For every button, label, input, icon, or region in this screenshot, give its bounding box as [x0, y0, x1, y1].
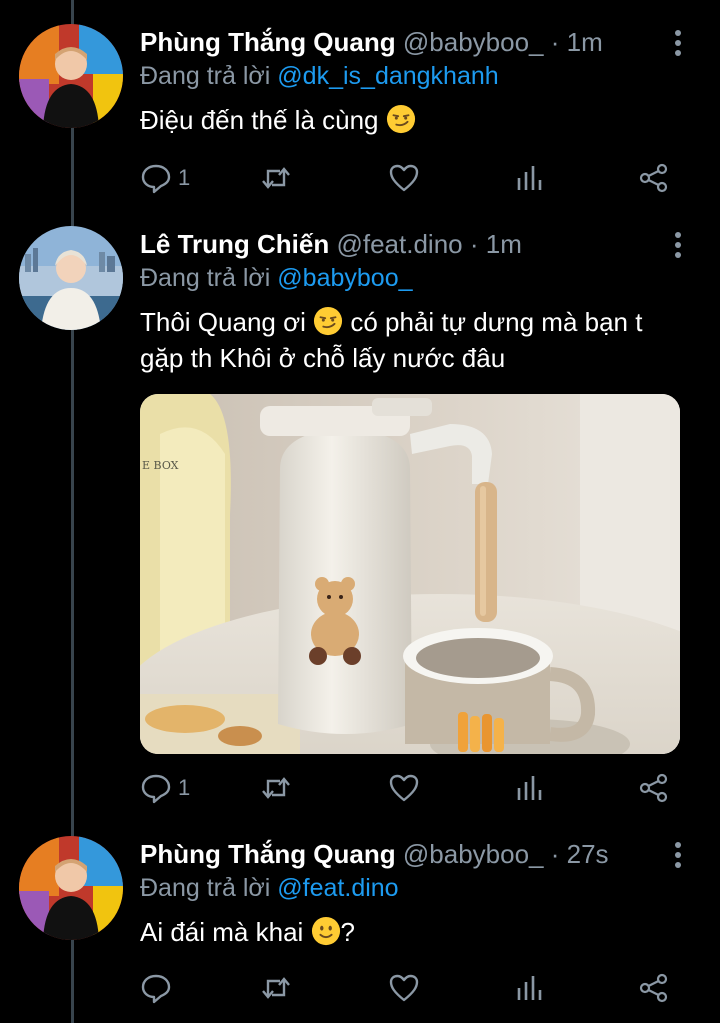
- slightly-smiling-face-emoji-icon: [311, 916, 340, 946]
- time-separator: ·: [550, 27, 560, 57]
- photo-thermos-bear-mug: E BOX: [140, 394, 680, 754]
- author-handle[interactable]: @feat.dino: [336, 229, 462, 259]
- reply-count: 1: [178, 165, 191, 190]
- heart-icon: [389, 164, 419, 192]
- retweet-arrows-icon: [262, 167, 290, 189]
- tweet-time[interactable]: 1m: [567, 27, 603, 57]
- smirking-face-emoji-icon: [386, 104, 415, 134]
- bar-chart-icon: [517, 976, 542, 1000]
- time-separator: ·: [469, 229, 479, 259]
- tweet-time[interactable]: 1m: [486, 229, 522, 259]
- replying-to-line: Đang trả lời @babyboo_: [140, 262, 696, 294]
- comment-bubble-icon: [141, 974, 171, 1004]
- tweet-actions: 1: [140, 770, 680, 806]
- like-button[interactable]: [388, 970, 420, 1006]
- avatar[interactable]: [19, 226, 123, 330]
- tweet-text-part: Điệu đến thế là cùng: [140, 105, 386, 135]
- author-name[interactable]: Phùng Thắng Quang: [140, 27, 396, 57]
- share-nodes-icon: [639, 163, 668, 193]
- reply-button[interactable]: 1: [140, 770, 190, 806]
- tweet-text: Ai đái mà khai ?: [140, 914, 696, 950]
- author-handle[interactable]: @babyboo_: [403, 839, 544, 869]
- replying-to-mention[interactable]: @babyboo_: [277, 264, 412, 292]
- comment-bubble-icon: [141, 164, 171, 194]
- tweet-2[interactable]: Lê Trung Chiến @feat.dino · 1m Đang trả …: [0, 210, 720, 822]
- like-button[interactable]: [388, 160, 420, 196]
- tweet-header: Phùng Thắng Quang @babyboo_ · 1m: [140, 26, 696, 58]
- author-handle[interactable]: @babyboo_: [403, 27, 544, 57]
- tweet-text: Thôi Quang ơi có phải tự dưng mà bạn t g…: [140, 304, 696, 376]
- bar-chart-icon: [517, 166, 542, 190]
- tweet-text-part: có phải tự dưng mà bạn t: [343, 307, 643, 337]
- retweet-button[interactable]: [260, 970, 292, 1006]
- tweet-text: Điệu đến thế là cùng: [140, 102, 696, 138]
- bar-chart-icon: [517, 776, 542, 800]
- reply-button[interactable]: [140, 970, 178, 1006]
- time-separator: ·: [550, 839, 560, 869]
- comment-bubble-icon: [141, 774, 171, 804]
- reply-count: 1: [178, 775, 191, 800]
- retweet-button[interactable]: [260, 160, 292, 196]
- svg-text:E BOX: E BOX: [142, 459, 179, 472]
- tweet-text-line2: gặp th Khôi ở chỗ lấy nước đâu: [140, 343, 506, 373]
- replying-prefix: Đang trả lời: [140, 874, 271, 902]
- like-button[interactable]: [388, 770, 420, 806]
- replying-to-mention[interactable]: @feat.dino: [277, 874, 398, 902]
- share-button[interactable]: [638, 770, 670, 806]
- heart-icon: [389, 774, 419, 802]
- share-button[interactable]: [638, 160, 670, 196]
- tweet-text-part: ?: [340, 917, 355, 947]
- vertical-dots-icon[interactable]: [668, 28, 688, 58]
- retweet-arrows-icon: [262, 777, 290, 799]
- replying-prefix: Đang trả lời: [140, 62, 271, 90]
- tweet-actions: [140, 970, 680, 1006]
- smirking-face-emoji-icon: [314, 306, 343, 336]
- vertical-dots-icon[interactable]: [668, 840, 688, 870]
- tweet-header: Phùng Thắng Quang @babyboo_ · 27s: [140, 838, 696, 870]
- tweet-text-part: Thôi Quang ơi: [140, 307, 314, 337]
- tweet-text-part: Ai đái mà khai: [140, 917, 311, 947]
- author-name[interactable]: Phùng Thắng Quang: [140, 839, 396, 869]
- share-nodes-icon: [639, 773, 668, 803]
- share-nodes-icon: [639, 973, 668, 1003]
- tweet-actions: 1: [140, 160, 680, 196]
- retweet-arrows-icon: [262, 977, 290, 999]
- tweet-header: Lê Trung Chiến @feat.dino · 1m: [140, 228, 696, 260]
- replying-to-line: Đang trả lời @feat.dino: [140, 872, 696, 904]
- tweet-1[interactable]: Phùng Thắng Quang @babyboo_ · 1m Đang tr…: [0, 0, 720, 210]
- replying-to-mention[interactable]: @dk_is_dangkhanh: [277, 62, 498, 90]
- vertical-dots-icon[interactable]: [668, 230, 688, 260]
- heart-icon: [389, 974, 419, 1002]
- analytics-button[interactable]: [514, 970, 546, 1006]
- analytics-button[interactable]: [514, 770, 546, 806]
- avatar[interactable]: [19, 24, 123, 128]
- replying-prefix: Đang trả lời: [140, 264, 271, 292]
- share-button[interactable]: [638, 970, 670, 1006]
- avatar[interactable]: [19, 836, 123, 940]
- replying-to-line: Đang trả lời @dk_is_dangkhanh: [140, 60, 696, 92]
- reply-button[interactable]: 1: [140, 160, 190, 196]
- retweet-button[interactable]: [260, 770, 292, 806]
- analytics-button[interactable]: [514, 160, 546, 196]
- tweet-time[interactable]: 27s: [567, 839, 609, 869]
- author-name[interactable]: Lê Trung Chiến: [140, 229, 329, 259]
- tweet-3[interactable]: Phùng Thắng Quang @babyboo_ · 27s Đang t…: [0, 822, 720, 1023]
- tweet-photo[interactable]: E BOX: [140, 394, 680, 754]
